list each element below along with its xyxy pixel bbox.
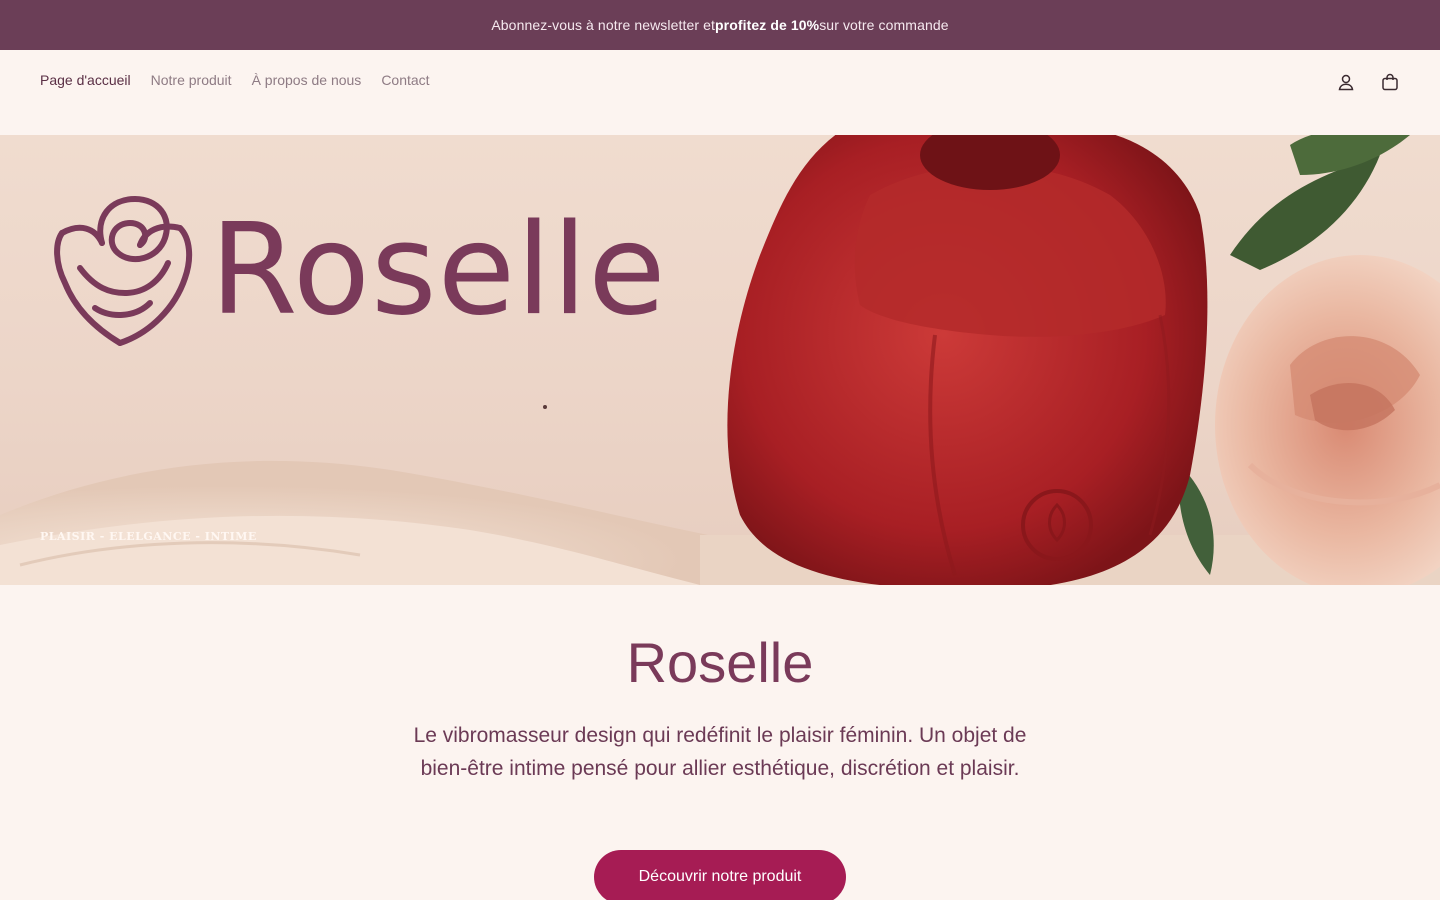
hero-banner: Roselle PLAISIR - ELELGANCE - INTIME [0,135,1440,585]
announcement-prefix: Abonnez-vous à notre newsletter et [491,17,715,33]
announcement-highlight: profitez de 10% [715,17,820,33]
announcement-bar: Abonnez-vous à notre newsletter et profi… [0,0,1440,50]
header-actions [1336,72,1400,92]
account-icon[interactable] [1336,72,1356,92]
nav-item-home[interactable]: Page d'accueil [40,72,131,88]
announcement-suffix: sur votre commande [819,17,949,33]
cart-icon[interactable] [1380,72,1400,92]
nav-item-about[interactable]: À propos de nous [252,72,362,88]
rose-logo-icon [54,196,193,346]
site-header: Page d'accueil Notre produit À propos de… [0,50,1440,135]
intro-title: Roselle [626,631,814,694]
hero-tagline: PLAISIR - ELELGANCE - INTIME [40,530,257,543]
nav-item-contact[interactable]: Contact [381,72,429,88]
intro-description: Le vibromasseur design qui redéfinit le … [413,724,1027,780]
discover-product-button[interactable]: Découvrir notre produit [594,850,846,900]
main-nav: Page d'accueil Notre produit À propos de… [40,72,430,88]
nav-item-product[interactable]: Notre produit [151,72,232,88]
hero-brand-name: Roselle [210,196,667,343]
intro-section: Roselle Le vibromasseur design qui redéf… [0,585,1440,900]
